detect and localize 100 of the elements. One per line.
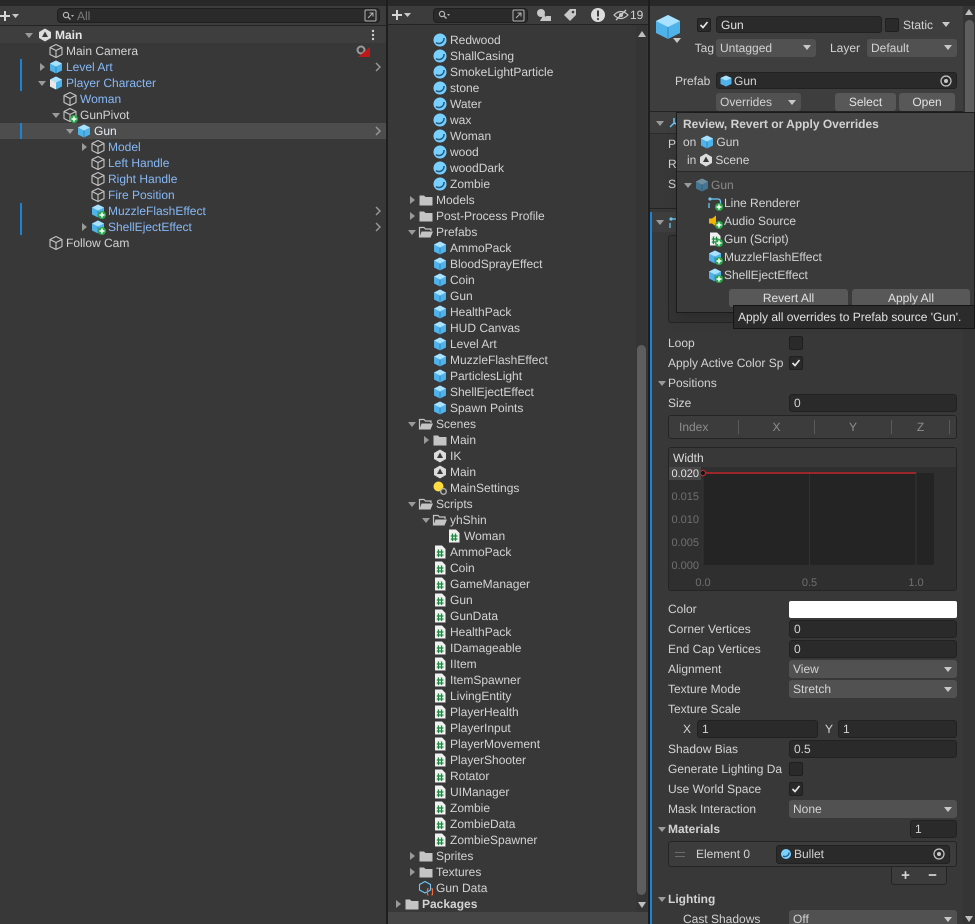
project-item[interactable]: PlayerInput xyxy=(388,720,636,736)
project-item[interactable]: ZombieData xyxy=(388,816,636,832)
hierarchy-item[interactable]: Follow Cam xyxy=(0,235,386,251)
foldout-triangle-icon[interactable] xyxy=(657,824,667,834)
project-item[interactable]: Main xyxy=(388,432,636,448)
checkbox[interactable] xyxy=(789,336,803,350)
hierarchy-item[interactable]: Level Art xyxy=(0,59,386,75)
dropdown[interactable]: Off xyxy=(789,910,957,924)
caret-icon[interactable] xyxy=(942,22,950,27)
project-item[interactable]: Rotator xyxy=(388,768,636,784)
foldout-triangle-icon[interactable] xyxy=(406,419,416,429)
foldout-triangle-icon[interactable] xyxy=(406,499,416,509)
project-item[interactable]: Woman xyxy=(388,528,636,544)
hierarchy-item[interactable]: ShellEjectEffect xyxy=(0,219,386,235)
foldout-triangle-icon[interactable] xyxy=(36,78,46,88)
project-item[interactable]: SmokeLightParticle xyxy=(388,64,636,80)
project-item[interactable]: wood xyxy=(388,144,636,160)
project-item[interactable]: Gun Data xyxy=(388,880,636,896)
project-item[interactable]: IDamageable xyxy=(388,640,636,656)
hierarchy-item[interactable]: Model xyxy=(0,139,386,155)
project-item[interactable]: ShallCasing xyxy=(388,48,636,64)
project-item[interactable]: GunData xyxy=(388,608,636,624)
scrollbar-thumb[interactable] xyxy=(637,345,646,895)
hierarchy-item[interactable]: Fire Position xyxy=(0,187,386,203)
checkbox[interactable] xyxy=(697,18,711,32)
number-field[interactable]: 1 xyxy=(910,820,957,838)
checkbox[interactable] xyxy=(789,782,803,796)
dropdown[interactable]: Stretch xyxy=(789,680,957,698)
hierarchy-item[interactable]: Gun xyxy=(0,123,386,139)
project-item[interactable]: HUD Canvas xyxy=(388,320,636,336)
foldout-triangle-icon[interactable] xyxy=(655,217,665,227)
foldout-triangle-icon[interactable] xyxy=(657,894,667,904)
color-field[interactable] xyxy=(789,600,957,618)
project-item[interactable]: AmmoPack xyxy=(388,240,636,256)
scroll-up-icon[interactable] xyxy=(965,9,973,15)
project-item[interactable]: Post-Process Profile xyxy=(388,208,636,224)
add-menu-icon[interactable] xyxy=(0,10,20,22)
project-item[interactable]: Packages xyxy=(388,896,636,912)
drag-handle-icon[interactable] xyxy=(675,852,685,856)
foldout-triangle-icon[interactable] xyxy=(50,110,60,120)
prefab-field[interactable]: Gun xyxy=(716,72,957,89)
foldout-triangle-icon[interactable] xyxy=(406,227,416,237)
dropdown[interactable]: None xyxy=(789,800,957,818)
header-button[interactable]: Select xyxy=(835,93,896,111)
project-item[interactable]: Textures xyxy=(388,864,636,880)
project-item[interactable]: ItemSpawner xyxy=(388,672,636,688)
target-icon[interactable] xyxy=(940,74,952,86)
hierarchy-item[interactable]: GunPivot xyxy=(0,107,386,123)
checkbox[interactable] xyxy=(789,356,803,370)
dropdown[interactable]: Default xyxy=(867,38,957,56)
number-field[interactable]: 0.5 xyxy=(789,740,957,758)
number-field[interactable]: 0 xyxy=(789,620,957,638)
project-item[interactable]: Spawn Points xyxy=(388,400,636,416)
chevron-right-icon[interactable] xyxy=(374,61,382,73)
tag-icon[interactable] xyxy=(562,8,578,22)
project-item[interactable]: Sprites xyxy=(388,848,636,864)
project-item[interactable]: MainSettings xyxy=(388,480,636,496)
section-label[interactable]: Materials xyxy=(668,820,720,838)
project-item[interactable]: Coin xyxy=(388,560,636,576)
hierarchy-item[interactable]: Right Handle xyxy=(0,171,386,187)
hierarchy-item[interactable]: Player Character xyxy=(0,75,386,91)
header-button[interactable]: Open xyxy=(899,93,955,111)
project-item[interactable]: PlayerShooter xyxy=(388,752,636,768)
project-item[interactable]: ParticlesLight xyxy=(388,368,636,384)
project-item[interactable]: AmmoPack xyxy=(388,544,636,560)
remove-button[interactable]: − xyxy=(919,867,946,884)
project-item[interactable]: IItem xyxy=(388,656,636,672)
project-item[interactable]: wax xyxy=(388,112,636,128)
number-field[interactable]: 1 xyxy=(697,720,818,738)
project-item[interactable]: Models xyxy=(388,192,636,208)
more-icon[interactable] xyxy=(371,28,375,40)
scene-header[interactable]: Main xyxy=(0,26,386,43)
dropdown[interactable]: Overrides xyxy=(716,93,801,111)
project-item[interactable]: Zombie xyxy=(388,176,636,192)
hierarchy-item[interactable]: Main Camera xyxy=(0,43,386,59)
project-item[interactable]: PlayerMovement xyxy=(388,736,636,752)
project-item[interactable]: LivingEntity xyxy=(388,688,636,704)
project-item[interactable]: IK xyxy=(388,448,636,464)
project-item[interactable]: Main xyxy=(388,464,636,480)
project-item[interactable]: HealthPack xyxy=(388,304,636,320)
popout-icon[interactable] xyxy=(364,9,377,22)
chevron-right-icon[interactable] xyxy=(374,221,382,233)
project-item[interactable]: ShellEjectEffect xyxy=(388,384,636,400)
project-item[interactable]: ZombieSpawner xyxy=(388,832,636,848)
project-item[interactable]: Scenes xyxy=(388,416,636,432)
filter-shapes-icon[interactable] xyxy=(536,8,552,22)
project-item[interactable]: Gun xyxy=(388,288,636,304)
hierarchy-item[interactable]: Left Handle xyxy=(0,155,386,171)
number-field[interactable]: 0 xyxy=(789,640,957,658)
project-item[interactable]: Coin xyxy=(388,272,636,288)
project-item[interactable]: Prefabs xyxy=(388,224,636,240)
project-item[interactable]: Zombie xyxy=(388,800,636,816)
foldout-triangle-icon[interactable] xyxy=(657,378,667,388)
chevron-right-icon[interactable] xyxy=(374,205,382,217)
project-item[interactable]: stone xyxy=(388,80,636,96)
project-item[interactable]: Redwood xyxy=(388,32,636,48)
section-label[interactable]: Lighting xyxy=(668,890,716,908)
popout-icon[interactable] xyxy=(512,8,525,22)
name-field[interactable]: Gun xyxy=(716,16,882,33)
project-item[interactable]: HealthPack xyxy=(388,624,636,640)
